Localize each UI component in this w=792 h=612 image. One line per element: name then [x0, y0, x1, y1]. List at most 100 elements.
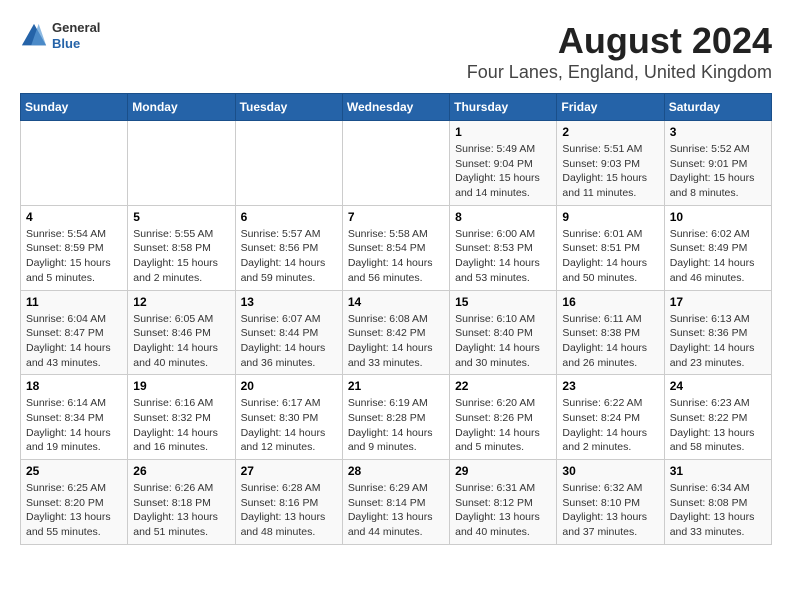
calendar-cell: 18 Sunrise: 6:14 AM Sunset: 8:34 PM Dayli… [21, 375, 128, 460]
day-info: Sunrise: 6:20 AM Sunset: 8:26 PM Dayligh… [455, 396, 551, 455]
calendar-body: 1 Sunrise: 5:49 AM Sunset: 9:04 PM Daylig… [21, 121, 772, 545]
logo-icon [20, 22, 48, 50]
calendar-cell: 10Sunrise: 6:02 AM Sunset: 8:49 PM Dayli… [664, 205, 771, 290]
day-number: 15 [455, 295, 551, 309]
day-number: 3 [670, 125, 766, 139]
day-info: Sunrise: 5:49 AM Sunset: 9:04 PM Dayligh… [455, 142, 551, 201]
calendar-cell: 3Sunrise: 5:52 AM Sunset: 9:01 PM Daylig… [664, 121, 771, 206]
calendar-cell: 14 Sunrise: 6:08 AM Sunset: 8:42 PM Dayli… [342, 290, 449, 375]
day-info: Sunrise: 6:05 AM Sunset: 8:46 PM Dayligh… [133, 312, 229, 371]
calendar-cell [128, 121, 235, 206]
week-row-3: 11 Sunrise: 6:04 AM Sunset: 8:47 PM Dayli… [21, 290, 772, 375]
calendar-cell: 9Sunrise: 6:01 AM Sunset: 8:51 PM Daylig… [557, 205, 664, 290]
column-header-sunday: Sunday [21, 94, 128, 121]
day-number: 8 [455, 210, 551, 224]
day-number: 1 [455, 125, 551, 139]
day-number: 13 [241, 295, 337, 309]
column-header-tuesday: Tuesday [235, 94, 342, 121]
column-header-wednesday: Wednesday [342, 94, 449, 121]
day-info: Sunrise: 6:13 AM Sunset: 8:36 PM Dayligh… [670, 312, 766, 371]
day-number: 18 [26, 379, 122, 393]
day-info: Sunrise: 5:57 AM Sunset: 8:56 PM Dayligh… [241, 227, 337, 286]
day-info: Sunrise: 6:11 AM Sunset: 8:38 PM Dayligh… [562, 312, 658, 371]
day-number: 2 [562, 125, 658, 139]
calendar-cell: 25 Sunrise: 6:25 AM Sunset: 8:20 PM Dayli… [21, 460, 128, 545]
week-row-4: 18 Sunrise: 6:14 AM Sunset: 8:34 PM Dayli… [21, 375, 772, 460]
day-info: Sunrise: 6:22 AM Sunset: 8:24 PM Dayligh… [562, 396, 658, 455]
day-number: 19 [133, 379, 229, 393]
column-header-saturday: Saturday [664, 94, 771, 121]
calendar-cell: 7 Sunrise: 5:58 AM Sunset: 8:54 PM Daylig… [342, 205, 449, 290]
day-number: 11 [26, 295, 122, 309]
logo: General Blue [20, 20, 100, 51]
week-row-2: 4Sunrise: 5:54 AM Sunset: 8:59 PM Daylig… [21, 205, 772, 290]
week-row-1: 1 Sunrise: 5:49 AM Sunset: 9:04 PM Daylig… [21, 121, 772, 206]
day-number: 21 [348, 379, 444, 393]
day-number: 4 [26, 210, 122, 224]
day-number: 12 [133, 295, 229, 309]
calendar-cell: 31Sunrise: 6:34 AM Sunset: 8:08 PM Dayli… [664, 460, 771, 545]
day-number: 26 [133, 464, 229, 478]
day-info: Sunrise: 6:00 AM Sunset: 8:53 PM Dayligh… [455, 227, 551, 286]
page-subtitle: Four Lanes, England, United Kingdom [467, 62, 772, 83]
calendar-cell: 17Sunrise: 6:13 AM Sunset: 8:36 PM Dayli… [664, 290, 771, 375]
day-number: 20 [241, 379, 337, 393]
day-number: 25 [26, 464, 122, 478]
calendar-cell: 19 Sunrise: 6:16 AM Sunset: 8:32 PM Dayli… [128, 375, 235, 460]
day-info: Sunrise: 6:16 AM Sunset: 8:32 PM Dayligh… [133, 396, 229, 455]
day-info: Sunrise: 6:26 AM Sunset: 8:18 PM Dayligh… [133, 481, 229, 540]
calendar-cell: 30 Sunrise: 6:32 AM Sunset: 8:10 PM Dayli… [557, 460, 664, 545]
column-header-friday: Friday [557, 94, 664, 121]
calendar-cell: 12 Sunrise: 6:05 AM Sunset: 8:46 PM Dayli… [128, 290, 235, 375]
day-info: Sunrise: 6:01 AM Sunset: 8:51 PM Dayligh… [562, 227, 658, 286]
calendar-header: SundayMondayTuesdayWednesdayThursdayFrid… [21, 94, 772, 121]
day-number: 28 [348, 464, 444, 478]
day-info: Sunrise: 6:14 AM Sunset: 8:34 PM Dayligh… [26, 396, 122, 455]
calendar-table: SundayMondayTuesdayWednesdayThursdayFrid… [20, 93, 772, 545]
day-number: 7 [348, 210, 444, 224]
calendar-cell: 13Sunrise: 6:07 AM Sunset: 8:44 PM Dayli… [235, 290, 342, 375]
calendar-cell: 11 Sunrise: 6:04 AM Sunset: 8:47 PM Dayli… [21, 290, 128, 375]
day-info: Sunrise: 6:32 AM Sunset: 8:10 PM Dayligh… [562, 481, 658, 540]
day-number: 23 [562, 379, 658, 393]
calendar-cell: 24Sunrise: 6:23 AM Sunset: 8:22 PM Dayli… [664, 375, 771, 460]
header-row: SundayMondayTuesdayWednesdayThursdayFrid… [21, 94, 772, 121]
calendar-cell: 23 Sunrise: 6:22 AM Sunset: 8:24 PM Dayli… [557, 375, 664, 460]
day-number: 27 [241, 464, 337, 478]
day-info: Sunrise: 5:58 AM Sunset: 8:54 PM Dayligh… [348, 227, 444, 286]
calendar-cell: 22 Sunrise: 6:20 AM Sunset: 8:26 PM Dayli… [450, 375, 557, 460]
calendar-cell: 27Sunrise: 6:28 AM Sunset: 8:16 PM Dayli… [235, 460, 342, 545]
calendar-cell: 29Sunrise: 6:31 AM Sunset: 8:12 PM Dayli… [450, 460, 557, 545]
day-info: Sunrise: 6:25 AM Sunset: 8:20 PM Dayligh… [26, 481, 122, 540]
title-block: August 2024 Four Lanes, England, United … [467, 20, 772, 83]
day-number: 30 [562, 464, 658, 478]
column-header-thursday: Thursday [450, 94, 557, 121]
day-number: 6 [241, 210, 337, 224]
day-info: Sunrise: 6:08 AM Sunset: 8:42 PM Dayligh… [348, 312, 444, 371]
calendar-cell [21, 121, 128, 206]
calendar-cell: 15Sunrise: 6:10 AM Sunset: 8:40 PM Dayli… [450, 290, 557, 375]
day-number: 29 [455, 464, 551, 478]
day-info: Sunrise: 6:02 AM Sunset: 8:49 PM Dayligh… [670, 227, 766, 286]
logo-text: General Blue [52, 20, 100, 51]
day-info: Sunrise: 6:17 AM Sunset: 8:30 PM Dayligh… [241, 396, 337, 455]
week-row-5: 25 Sunrise: 6:25 AM Sunset: 8:20 PM Dayli… [21, 460, 772, 545]
calendar-cell: 8 Sunrise: 6:00 AM Sunset: 8:53 PM Daylig… [450, 205, 557, 290]
day-info: Sunrise: 6:19 AM Sunset: 8:28 PM Dayligh… [348, 396, 444, 455]
day-number: 14 [348, 295, 444, 309]
column-header-monday: Monday [128, 94, 235, 121]
page-title: August 2024 [467, 20, 772, 62]
day-info: Sunrise: 6:04 AM Sunset: 8:47 PM Dayligh… [26, 312, 122, 371]
calendar-cell: 5Sunrise: 5:55 AM Sunset: 8:58 PM Daylig… [128, 205, 235, 290]
calendar-cell [342, 121, 449, 206]
day-info: Sunrise: 6:34 AM Sunset: 8:08 PM Dayligh… [670, 481, 766, 540]
day-info: Sunrise: 6:29 AM Sunset: 8:14 PM Dayligh… [348, 481, 444, 540]
day-info: Sunrise: 5:55 AM Sunset: 8:58 PM Dayligh… [133, 227, 229, 286]
calendar-cell: 26 Sunrise: 6:26 AM Sunset: 8:18 PM Dayli… [128, 460, 235, 545]
calendar-cell: 16Sunrise: 6:11 AM Sunset: 8:38 PM Dayli… [557, 290, 664, 375]
calendar-cell: 21 Sunrise: 6:19 AM Sunset: 8:28 PM Dayli… [342, 375, 449, 460]
calendar-cell [235, 121, 342, 206]
calendar-cell: 28 Sunrise: 6:29 AM Sunset: 8:14 PM Dayli… [342, 460, 449, 545]
logo-line2: Blue [52, 36, 100, 52]
day-number: 22 [455, 379, 551, 393]
